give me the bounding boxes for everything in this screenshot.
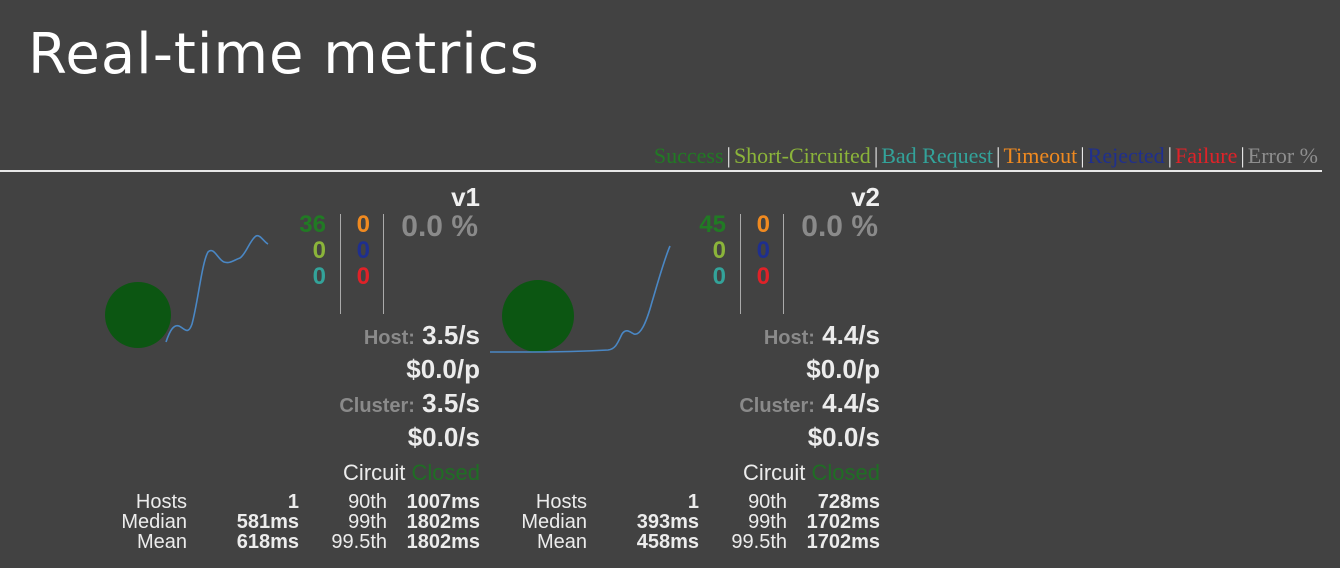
failure-count: 0 xyxy=(356,263,370,290)
circuit-name: v2 xyxy=(851,182,880,212)
p99-label: 99th xyxy=(348,511,387,533)
p995-value: 1802ms xyxy=(406,531,480,553)
host-rate-row: Host: 4.4/s xyxy=(764,320,880,351)
stats-row: Mean 458ms 99.5th 1702ms xyxy=(480,532,880,552)
host-cost: $0.0/p xyxy=(806,354,880,384)
host-label: Host: xyxy=(763,327,815,349)
mean-value: 618ms xyxy=(236,531,299,553)
mean-label: Mean xyxy=(136,531,187,553)
failure-count: 0 xyxy=(756,263,770,290)
latency-stats: Hosts 1 90th 728ms Median 393ms 99th 170… xyxy=(480,492,880,552)
p90-value: 1007ms xyxy=(406,491,480,513)
p99-value: 1702ms xyxy=(806,511,880,533)
health-circle[interactable] xyxy=(105,282,171,348)
legend-separator: | xyxy=(726,143,731,168)
circuit-status-row: Circuit Closed xyxy=(343,460,480,486)
host-rate: 4.4/s xyxy=(822,320,880,350)
stats-row: Mean 618ms 99.5th 1802ms xyxy=(80,532,480,552)
legend-bad-request: Bad Request xyxy=(881,143,994,168)
error-percentage: 0.0 % xyxy=(801,210,878,243)
circuit-label: Circuit xyxy=(743,460,806,485)
p99-label: 99th xyxy=(748,511,787,533)
timeout-count: 0 xyxy=(356,211,370,238)
p995-label: 99.5th xyxy=(731,531,787,553)
mean-label: Mean xyxy=(536,531,587,553)
count-column-right: 0 0 0 xyxy=(710,212,770,290)
host-rate-row: Host: 3.5/s xyxy=(364,320,480,351)
legend-separator: | xyxy=(1167,143,1173,168)
error-percentage: 0.0 % xyxy=(401,210,478,243)
hosts-label: Hosts xyxy=(135,491,187,513)
p90-label: 90th xyxy=(348,491,387,513)
legend-divider xyxy=(0,170,1322,172)
rate-sparkline xyxy=(490,245,671,353)
legend-separator: | xyxy=(1080,143,1085,168)
rate-sparkline xyxy=(165,234,269,343)
median-label: Median xyxy=(121,511,187,533)
rejected-count: 0 xyxy=(356,237,370,264)
latency-stats: Hosts 1 90th 1007ms Median 581ms 99th 18… xyxy=(80,492,480,552)
count-divider xyxy=(783,214,784,314)
legend-success: Success xyxy=(653,143,724,168)
cluster-rate-row: Cluster: 4.4/s xyxy=(739,388,880,419)
p995-value: 1702ms xyxy=(806,531,880,553)
circuit-card-v1[interactable]: v1 36 0 0 0 0 0 0.0 % Host: 3.5/s $0.0/p… xyxy=(80,180,480,565)
p995-label: 99.5th xyxy=(331,531,387,553)
rejected-count: 0 xyxy=(756,237,770,264)
median-label: Median xyxy=(521,511,587,533)
host-label: Host: xyxy=(363,327,415,349)
dashboard: Real-time metrics Success | Short-Circuite… xyxy=(0,0,1340,568)
p90-value: 728ms xyxy=(817,491,880,513)
host-cost: $0.0/p xyxy=(406,354,480,384)
circuit-status: Closed xyxy=(811,460,880,485)
circuit-label: Circuit xyxy=(343,460,406,485)
legend-rejected: Rejected xyxy=(1087,143,1165,168)
circuit-status: Closed xyxy=(411,460,480,485)
host-rate: 3.5/s xyxy=(422,320,480,350)
cluster-cost: $0.0/s xyxy=(807,422,880,452)
page-title: Real-time metrics xyxy=(28,22,540,87)
sparkline-path xyxy=(490,245,671,353)
legend-error-pct: Error % xyxy=(1247,143,1318,168)
circuit-card-v2[interactable]: v2 45 0 0 0 0 0 0.0 % Host: 4.4/s $0.0/p… xyxy=(480,180,880,565)
stats-row: Median 393ms 99th 1702ms xyxy=(480,512,880,532)
sparkline-path xyxy=(165,234,269,343)
count-divider xyxy=(383,214,384,314)
legend-short-circuited: Short-Circuited xyxy=(733,143,871,168)
stats-row: Median 581ms 99th 1802ms xyxy=(80,512,480,532)
legend-separator: | xyxy=(1240,143,1245,168)
hosts-value: 1 xyxy=(287,491,299,513)
p90-label: 90th xyxy=(748,491,787,513)
cluster-label: Cluster: xyxy=(339,395,415,417)
cluster-rate: 3.5/s xyxy=(422,388,480,418)
median-value: 393ms xyxy=(636,511,699,533)
circuit-name: v1 xyxy=(451,182,480,212)
legend-failure: Failure xyxy=(1175,143,1238,168)
stats-row: Hosts 1 90th 728ms xyxy=(480,492,880,512)
legend-separator: | xyxy=(996,143,1001,168)
timeout-count: 0 xyxy=(756,211,770,238)
circuit-status-row: Circuit Closed xyxy=(743,460,880,486)
cluster-rate-row: Cluster: 3.5/s xyxy=(339,388,480,419)
hosts-label: Hosts xyxy=(535,491,587,513)
cluster-label: Cluster: xyxy=(739,395,815,417)
cluster-rate: 4.4/s xyxy=(822,388,880,418)
hosts-value: 1 xyxy=(687,491,699,513)
legend: Success | Short-Circuited | Bad Request | Time… xyxy=(654,143,1318,169)
stats-row: Hosts 1 90th 1007ms xyxy=(80,492,480,512)
mean-value: 458ms xyxy=(636,531,699,553)
legend-timeout: Timeout xyxy=(1003,143,1078,168)
p99-value: 1802ms xyxy=(406,511,480,533)
median-value: 581ms xyxy=(236,511,299,533)
count-column-right: 0 0 0 xyxy=(310,212,370,290)
legend-separator: | xyxy=(873,143,879,168)
cluster-cost: $0.0/s xyxy=(407,422,480,452)
